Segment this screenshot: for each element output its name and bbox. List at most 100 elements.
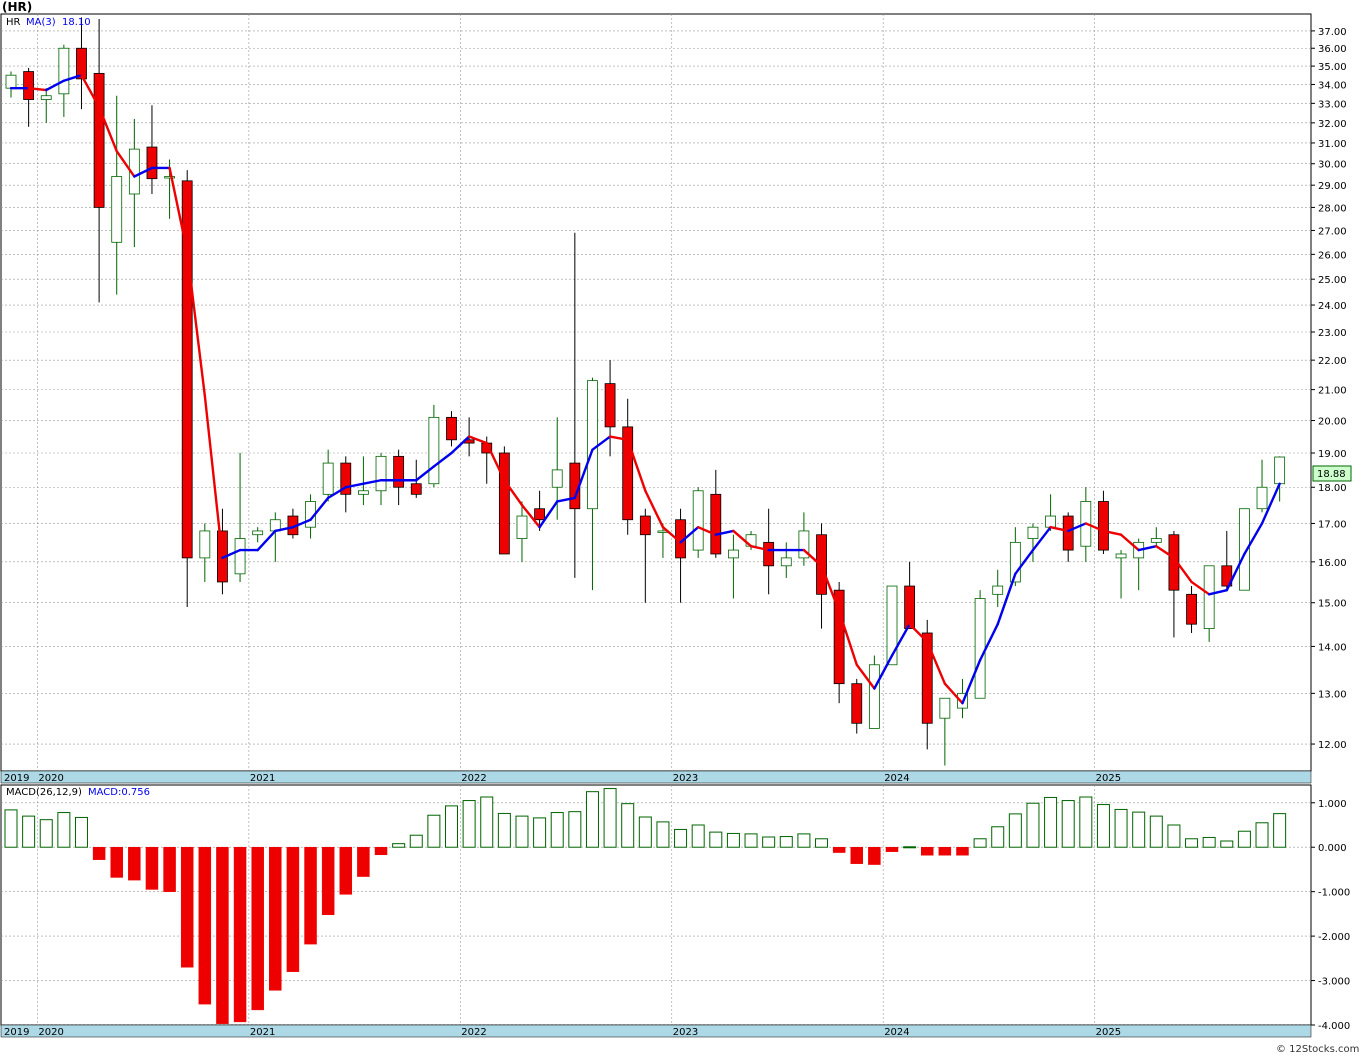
candle-down [604,383,616,428]
macd-panel-frame [0,784,1312,1026]
price-tick-label: 30.00 [1318,160,1347,171]
year-label: 2023 [673,773,698,784]
candle-down [410,483,422,495]
macd-bar-negative [374,846,388,856]
macd-value: MACD:0.756 [88,787,150,798]
candle-up [375,455,387,492]
macd-legend: MACD(26,12,9) [6,787,82,798]
candle-down [1098,501,1109,551]
candle-down [146,146,158,180]
macd-bar-positive [603,788,617,848]
price-tick-label: 20.00 [1318,417,1347,428]
macd-bar-positive [1273,813,1287,848]
candle-up [728,549,739,559]
year-label: 2021 [250,1027,275,1038]
price-tick-label: 17.00 [1318,519,1347,530]
candle-up [1274,456,1286,485]
candle-down [851,683,863,724]
candle-up [1256,486,1268,510]
candle-up [58,47,70,95]
candle-up [199,530,211,559]
macd-bar-negative [163,846,176,892]
year-label: 2020 [38,1027,63,1038]
candle-down [23,71,35,100]
macd-tick-label: -1.000 [1318,888,1350,899]
price-tick-label: 28.00 [1318,203,1347,214]
macd-bar-positive [709,831,723,848]
year-label: 2020 [38,773,63,784]
year-label: 2021 [250,773,275,784]
macd-bar-positive [1008,813,1022,848]
candle-up [868,664,880,729]
macd-bar-positive [762,836,776,848]
macd-bar-positive [57,812,71,848]
stock-chart: 12.00 13.00 14.00 15.00 16.00 17.00 18.00 19.00… [0,0,1359,1055]
macd-bar-positive [1202,836,1216,848]
footer-credit: © 12Stocks.com [1276,1044,1359,1055]
year-label: 2022 [461,773,486,784]
price-tick-label: 12.00 [1318,740,1347,751]
macd-bar-positive [621,803,635,848]
candle-up [164,176,175,179]
candle-down [498,452,510,555]
macd-bar-positive [815,838,829,848]
macd-bar-negative [216,846,229,1024]
year-label: 2024 [884,1027,909,1038]
price-tick-label: 13.00 [1318,689,1347,700]
macd-bar-negative [304,846,317,945]
candle-up [40,95,52,100]
year-label: 2024 [884,773,909,784]
candle-up [692,490,704,551]
macd-bar-negative [868,846,881,865]
ma-legend: MA(3) [26,17,56,28]
macd-bar-positive [497,812,511,848]
price-tick-label: 36.00 [1318,44,1347,55]
macd-bar-positive [462,800,476,848]
price-tick-label: 25.00 [1318,275,1347,286]
candle-down [710,493,722,555]
macd-tick-label: 0.000 [1318,843,1347,854]
macd-bar-negative [832,846,846,853]
candle-up [939,697,951,719]
macd-bar-negative [357,846,370,877]
macd-bar-negative [938,846,952,856]
candle-up [428,416,440,485]
candle-up [1045,515,1056,528]
candle-up [780,557,792,567]
candle-up [1150,538,1162,543]
macd-bar-positive [674,828,688,848]
candle-up [1203,565,1215,629]
macd-bar-positive [1061,800,1075,848]
macd-bar-positive [568,811,582,848]
macd-bar-positive [1044,796,1058,848]
candle-up [974,598,986,699]
macd-tick-label: -3.000 [1318,977,1350,988]
price-tick-label: 33.00 [1318,99,1347,110]
macd-bar-positive [1132,811,1146,848]
macd-bar-negative [92,846,106,860]
macd-bar-positive [656,821,670,848]
macd-bar-positive [797,833,811,848]
candle-down [393,455,405,488]
candle-down [639,515,651,536]
macd-bar-positive [973,838,987,848]
macd-bar-positive [726,832,740,848]
candle-up [234,538,246,575]
price-tick-label: 31.00 [1318,139,1347,150]
price-tick-label: 15.00 [1318,599,1347,610]
macd-bar-positive [585,791,599,848]
macd-bar-negative [180,846,194,968]
macd-bar-positive [515,815,529,848]
macd-tick-label: -2.000 [1318,932,1350,943]
year-label: 2022 [461,1027,486,1038]
ma-value: 18.10 [62,17,91,28]
candle-down [763,541,775,567]
macd-bar-positive [1220,840,1234,848]
macd-bar-positive [22,815,36,848]
year-label: 2019 [4,1027,29,1038]
macd-tick-label: -4.000 [1318,1021,1350,1032]
macd-bar-positive [1185,838,1199,848]
macd-bar-positive [638,816,652,848]
macd-bar-positive [409,834,423,848]
price-tick-label: 16.00 [1318,558,1347,569]
